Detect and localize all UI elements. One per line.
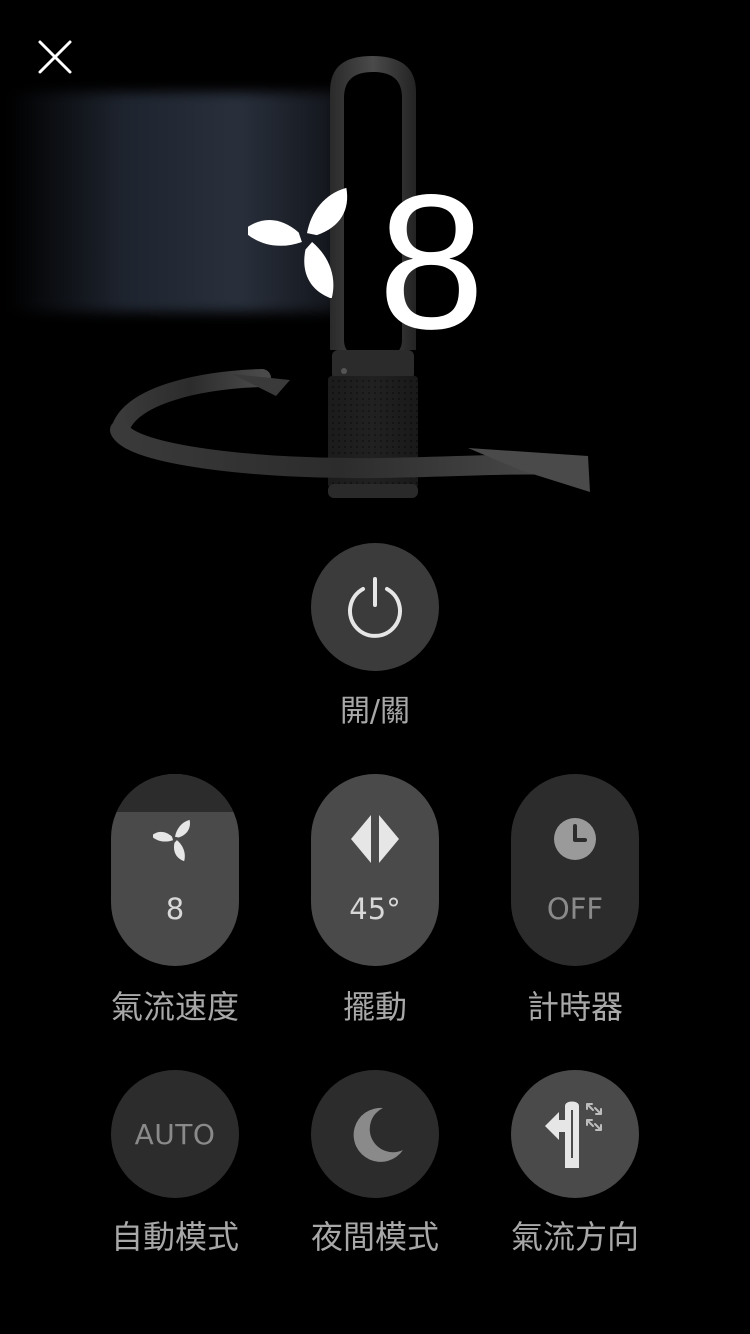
airflow-direction-icon	[545, 1101, 602, 1168]
auto-mode-button[interactable]: AUTO	[111, 1070, 239, 1198]
fan-speed-value: 8	[378, 154, 485, 369]
oscillation-value: 45°	[349, 892, 401, 926]
oscillation-button[interactable]: 45°	[311, 774, 439, 966]
clock-icon	[554, 818, 596, 860]
night-mode-label: 夜間模式	[310, 1218, 439, 1256]
airflow-speed-value: 8	[165, 892, 185, 926]
moon-icon	[353, 1107, 403, 1162]
night-mode-button[interactable]	[311, 1070, 439, 1198]
auto-mode-text: AUTO	[134, 1117, 216, 1151]
power-button[interactable]	[311, 543, 439, 671]
oscillation-icon	[351, 815, 399, 863]
timer-value: OFF	[546, 892, 604, 926]
timer-label: 計時器	[526, 988, 623, 1026]
airflow-direction-button[interactable]	[511, 1070, 639, 1198]
airflow-speed-button[interactable]: 8	[111, 774, 239, 966]
auto-mode-label: 自動模式	[110, 1218, 239, 1256]
fan-icon	[248, 187, 348, 298]
power-label: 開/關	[339, 694, 411, 729]
fan-hero: 8	[0, 0, 750, 520]
timer-button[interactable]: OFF	[511, 774, 639, 966]
power-icon	[348, 577, 402, 638]
oscillation-label: 擺動	[342, 988, 407, 1026]
airflow-speed-label: 氣流速度	[110, 988, 239, 1026]
fan-icon	[153, 819, 190, 861]
airflow-direction-label: 氣流方向	[510, 1218, 639, 1256]
fan-speed-display: 8	[248, 166, 508, 358]
